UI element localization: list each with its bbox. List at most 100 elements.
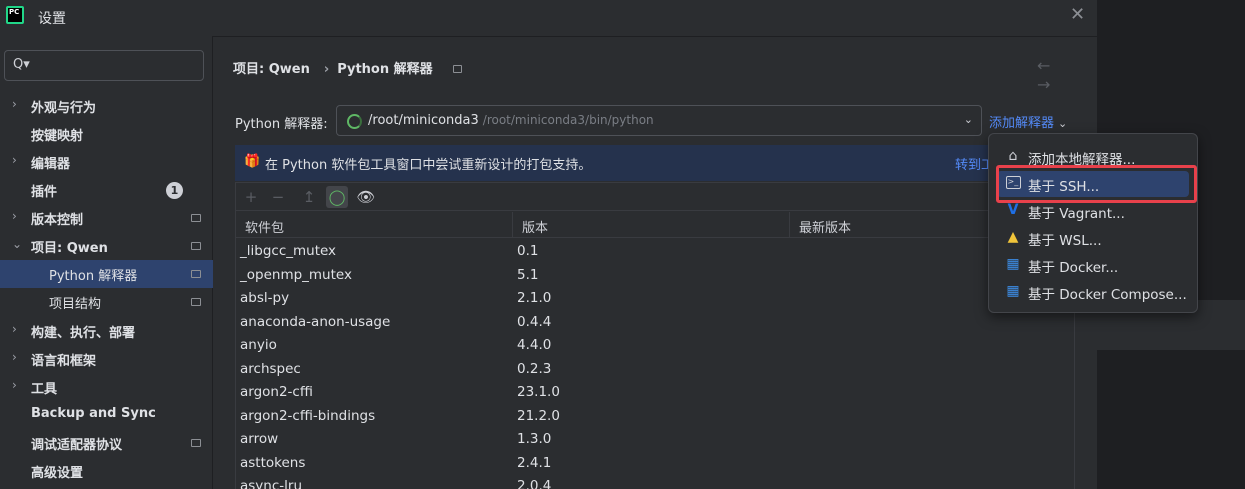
breadcrumb-separator: › [323, 62, 330, 77]
refresh-icon[interactable]: ◯ [326, 186, 348, 208]
sidebar-item-languages[interactable]: › 语言和框架 [0, 345, 213, 373]
menu-item-label: 基于 Vagrant... [1028, 206, 1125, 222]
gift-icon: 🎁 [244, 154, 261, 169]
interpreter-name: /root/miniconda3 [368, 113, 479, 128]
column-divider[interactable] [789, 212, 790, 238]
docker-icon: ▦ [1006, 256, 1020, 272]
table-row[interactable]: async-lru 2.0.4 [236, 475, 1076, 489]
package-version: 2.0.4 [517, 478, 552, 489]
interpreter-label: Python 解释器: [235, 117, 328, 132]
search-icon: Q▾ [13, 57, 30, 72]
package-version: 5.1 [517, 267, 539, 283]
sidebar-item-label: 调试适配器协议 [31, 438, 123, 453]
project-scope-icon [191, 439, 201, 447]
add-interpreter-menu: ⌂ 添加本地解释器... 基于 SSH... V 基于 Vagrant... ▲… [988, 133, 1198, 313]
sidebar-item-label: 按键映射 [31, 129, 84, 144]
docker-compose-icon: ▦ [1006, 283, 1020, 299]
add-icon[interactable]: + [240, 186, 262, 208]
sidebar-item-appearance[interactable]: › 外观与行为 [0, 92, 213, 120]
interpreter-path: /root/miniconda3/bin/python [482, 113, 654, 127]
eye-icon[interactable]: 👁 [355, 186, 377, 208]
sidebar-item-vcs[interactable]: › 版本控制 [0, 204, 213, 232]
upgrade-icon[interactable]: ↥ [298, 186, 320, 208]
package-version: 2.1.0 [517, 290, 552, 306]
sidebar-item-editor[interactable]: › 编辑器 [0, 148, 213, 176]
sidebar-item-plugins[interactable]: 插件 1 [0, 176, 213, 204]
interpreter-select[interactable]: /root/miniconda3/root/miniconda3/bin/pyt… [336, 105, 982, 136]
menu-item-docker[interactable]: ▦ 基于 Docker... [997, 252, 1189, 278]
sidebar-item-debug-adapter[interactable]: 调试适配器协议 [0, 429, 213, 457]
package-name: arrow [240, 431, 279, 447]
chevron-right-icon: › [12, 378, 17, 392]
table-row[interactable]: argon2-cffi-bindings 21.2.0 [236, 405, 1076, 428]
package-name: absl-py [240, 290, 290, 306]
sidebar-item-build[interactable]: › 构建、执行、部署 [0, 317, 213, 345]
menu-item-label: 基于 Docker Compose... [1028, 287, 1187, 303]
linux-icon: ▲ [1007, 229, 1019, 245]
package-version: 2.4.1 [517, 455, 552, 471]
package-name: argon2-cffi [240, 384, 313, 400]
column-header-package[interactable]: 软件包 [245, 217, 284, 236]
package-version: 0.4.4 [517, 314, 552, 330]
settings-search-input[interactable]: Q▾ [4, 50, 204, 81]
sidebar-item-keymap[interactable]: 按键映射 [0, 120, 213, 148]
sidebar-item-advanced[interactable]: 高级设置 [0, 457, 213, 485]
sidebar-item-project-structure[interactable]: 项目结构 [0, 288, 213, 316]
chevron-right-icon: › [12, 322, 17, 336]
column-header-latest[interactable]: 最新版本 [799, 217, 851, 236]
sidebar-item-label: Python 解释器 [49, 269, 138, 284]
update-count-badge: 1 [166, 182, 183, 199]
sidebar-item-label: Backup and Sync [31, 406, 156, 421]
home-icon: ⌂ [1008, 148, 1018, 164]
packages-toolbar: + − ↥ ◯ 👁 [236, 183, 1076, 211]
window-title: 设置 [38, 11, 66, 27]
table-row[interactable]: _openmp_mutex 5.1 [236, 264, 1076, 287]
back-forward-arrows[interactable]: ← → [1037, 56, 1097, 94]
table-row[interactable]: anaconda-anon-usage 0.4.4 [236, 311, 1076, 334]
table-row[interactable]: asttokens 2.4.1 [236, 452, 1076, 475]
settings-content: 项目: Qwen › Python 解释器 ← → Python 解释器: /roo… [213, 36, 1097, 489]
chevron-right-icon: › [12, 97, 17, 111]
chevron-right-icon: › [12, 153, 17, 167]
package-name: _openmp_mutex [240, 267, 352, 283]
title-bar: 设置 ✕ [0, 0, 1097, 36]
breadcrumb-project[interactable]: 项目: Qwen [233, 62, 310, 77]
sidebar-item-python-interpreter[interactable]: Python 解释器 [0, 260, 213, 288]
vagrant-icon: V [1007, 202, 1019, 218]
column-header-version[interactable]: 版本 [522, 217, 548, 236]
add-interpreter-button[interactable]: 添加解释器 ⌄ [989, 112, 1067, 131]
sidebar-item-project[interactable]: ⌄ 项目: Qwen [0, 232, 213, 260]
table-row[interactable]: _libgcc_mutex 0.1 [236, 240, 1076, 263]
sidebar-item-label: 语言和框架 [31, 354, 97, 369]
chevron-right-icon: › [12, 209, 17, 223]
sidebar-item-label: 高级设置 [31, 466, 84, 481]
banner-text: 在 Python 软件包工具窗口中尝试重新设计的打包支持。 [265, 158, 592, 173]
chevron-down-icon: ⌄ [12, 237, 23, 251]
menu-item-docker-compose[interactable]: ▦ 基于 Docker Compose... [997, 279, 1189, 305]
menu-item-wsl[interactable]: ▲ 基于 WSL... [997, 225, 1189, 251]
sidebar-item-label: 项目结构 [49, 297, 102, 312]
interpreter-name-wrap: /root/miniconda3/root/miniconda3/bin/pyt… [368, 113, 654, 128]
menu-item-label: 基于 WSL... [1028, 233, 1102, 249]
chevron-right-icon: › [12, 350, 17, 364]
sidebar-item-label: 工具 [31, 382, 58, 397]
menu-item-label: 基于 Docker... [1028, 260, 1119, 276]
package-version: 0.2.3 [517, 361, 552, 377]
close-icon[interactable]: ✕ [1070, 4, 1085, 25]
table-row[interactable]: argon2-cffi 23.1.0 [236, 381, 1076, 404]
package-name: anyio [240, 337, 277, 353]
package-name: async-lru [240, 478, 303, 489]
sidebar-item-label: 项目: Qwen [31, 241, 108, 256]
table-row[interactable]: archspec 0.2.3 [236, 358, 1076, 381]
column-divider[interactable] [512, 212, 513, 238]
sidebar-item-tools[interactable]: › 工具 [0, 373, 213, 401]
table-row[interactable]: arrow 1.3.0 [236, 428, 1076, 451]
sidebar-item-backup-sync[interactable]: Backup and Sync [0, 401, 213, 429]
table-row[interactable]: anyio 4.4.0 [236, 334, 1076, 357]
project-scope-icon [191, 270, 201, 278]
remove-icon[interactable]: − [267, 186, 289, 208]
project-scope-icon [191, 298, 201, 306]
table-row[interactable]: absl-py 2.1.0 [236, 287, 1076, 310]
packages-table: + − ↥ ◯ 👁 软件包 版本 最新版本 _libgcc_mutex 0.1 _… [235, 182, 1076, 489]
add-interpreter-label: 添加解释器 [989, 116, 1055, 131]
